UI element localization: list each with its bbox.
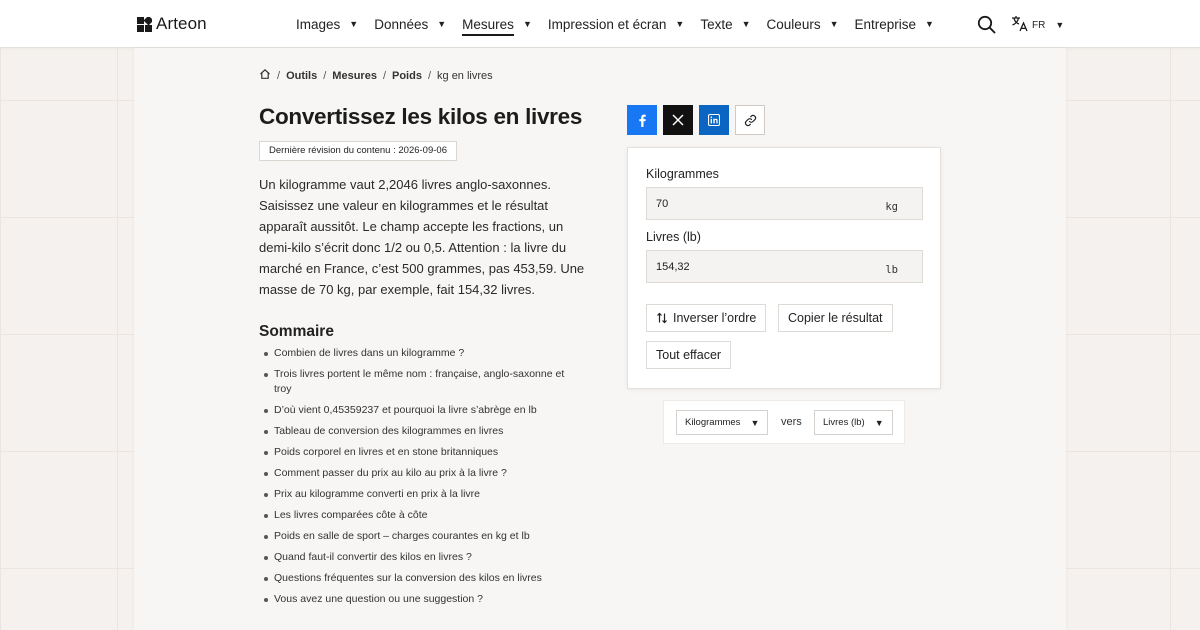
swap-button[interactable]: Inverser l’ordre (646, 304, 767, 332)
breadcrumb-separator: / (382, 69, 386, 82)
nav-item-texte[interactable]: Texte ▼ (700, 0, 750, 48)
pounds-input[interactable]: 154,32 lb (646, 250, 923, 283)
toc-item[interactable]: D’où vient 0,45359237 et pourquoi la liv… (262, 403, 582, 418)
nav-label: Mesures (462, 17, 514, 36)
logo-icon (137, 15, 154, 32)
kilograms-input[interactable]: 70 kg (646, 187, 923, 220)
linkedin-icon (708, 114, 720, 126)
site-header: Arteon Images ▼ Données ▼ Mesures ▼ Impress… (0, 0, 1200, 48)
swap-icon (657, 312, 667, 324)
toc-item[interactable]: Questions fréquentes sur la conversion d… (262, 571, 582, 586)
caret-down-icon: ▼ (349, 19, 359, 29)
kilograms-value: 70 (656, 198, 669, 210)
table-of-contents: Combien de livres dans un kilogramme ? T… (262, 346, 582, 613)
language-code: FR (1032, 19, 1046, 31)
nav-item-donnees[interactable]: Données ▼ (374, 0, 446, 48)
x-icon (672, 114, 684, 126)
nav-label: Impression et écran (547, 16, 667, 32)
home-icon[interactable] (259, 68, 271, 83)
to-field-label: Livres (lb) (646, 230, 701, 244)
breadcrumb-outils[interactable]: Outils (286, 70, 317, 82)
breadcrumb-separator: / (323, 69, 327, 82)
caret-down-icon: ▼ (829, 19, 839, 29)
nav-item-entreprise[interactable]: Entreprise ▼ (855, 0, 934, 48)
nav-label: Données (374, 16, 429, 32)
breadcrumb-separator: / (427, 69, 432, 82)
nav-item-couleurs[interactable]: Couleurs ▼ (767, 0, 839, 48)
swap-label: Inverser l’ordre (673, 311, 757, 325)
to-unit-select[interactable]: Livres (lb) ▼ (814, 410, 893, 435)
nav-label: Couleurs (766, 16, 821, 32)
from-unit-value: Kilogrammes (685, 417, 741, 428)
language-selector[interactable]: FR ▼ (1011, 15, 1064, 35)
nav-label: Images (296, 16, 341, 32)
x-share-button[interactable] (663, 105, 693, 135)
toc-item[interactable]: Prix au kilogramme converti en prix à la… (262, 487, 582, 502)
breadcrumb-current: kg en livres (437, 69, 493, 82)
unit-connector: vers (781, 416, 802, 428)
main-nav: Images ▼ Données ▼ Mesures ▼ Impression et … (296, 0, 950, 48)
caret-down-icon: ▼ (925, 19, 934, 29)
caret-down-icon: ▼ (741, 19, 751, 29)
toc-item[interactable]: Poids en salle de sport – charges couran… (262, 529, 582, 544)
from-unit-select[interactable]: Kilogrammes ▼ (676, 410, 769, 435)
clear-all-label: Tout effacer (656, 348, 722, 362)
toc-item[interactable]: Poids corporel en livres et en stone bri… (262, 445, 582, 460)
caret-down-icon: ▼ (522, 19, 532, 29)
toc-item[interactable]: Quand faut-il convertir des kilos en liv… (262, 550, 582, 565)
toc-title: Sommaire (259, 323, 334, 340)
toc-item[interactable]: Vous avez une question ou une suggestion… (262, 592, 582, 607)
to-unit-value: Livres (lb) (823, 417, 865, 428)
caret-down-icon: ▼ (1055, 20, 1065, 30)
translate-icon (1011, 15, 1028, 35)
nav-item-images[interactable]: Images ▼ (296, 0, 358, 48)
nav-item-impression[interactable]: Impression et écran ▼ (548, 0, 684, 48)
caret-down-icon: ▼ (675, 19, 685, 29)
pounds-value: 154,32 (656, 261, 690, 273)
breadcrumb: / Outils / Mesures / Poids / kg en livre… (259, 68, 493, 83)
toc-item[interactable]: Trois livres portent le même nom : franç… (262, 367, 582, 397)
clear-all-button[interactable]: Tout effacer (646, 341, 732, 369)
search-icon[interactable] (977, 15, 996, 34)
pounds-unit: lb (885, 264, 898, 276)
page-title: Convertissez les kilos en livres (259, 104, 583, 129)
from-field-label: Kilogrammes (646, 167, 719, 181)
brand-name: Arteon (156, 14, 207, 33)
intro-paragraph: Un kilogramme vaut 2,2046 livres anglo-s… (259, 177, 585, 297)
share-buttons (627, 105, 765, 135)
toc-item[interactable]: Les livres comparées côte à côte (262, 508, 582, 523)
toc-item[interactable]: Tableau de conversion des kilogrammes en… (262, 424, 582, 439)
caret-down-icon: ▼ (437, 19, 447, 29)
nav-label: Texte (700, 16, 733, 32)
logo[interactable]: Arteon (137, 14, 207, 34)
revision-badge: Dernière révision du contenu : 2026-09-0… (259, 141, 457, 161)
nav-item-mesures[interactable]: Mesures ▼ (462, 0, 532, 48)
caret-down-icon: ▼ (874, 417, 884, 428)
breadcrumb-poids[interactable]: Poids (392, 70, 422, 82)
copy-result-button[interactable]: Copier le résultat (778, 304, 893, 332)
breadcrumb-separator: / (277, 69, 281, 82)
main-content: / Outils / Mesures / Poids / kg en livre… (134, 48, 1066, 630)
converter-panel: Kilogrammes 70 kg Livres (lb) 154,32 lb … (627, 147, 941, 389)
toc-item[interactable]: Combien de livres dans un kilogramme ? (262, 346, 582, 361)
linkedin-share-button[interactable] (699, 105, 729, 135)
copy-link-button[interactable] (735, 105, 765, 135)
kilograms-unit: kg (885, 201, 898, 213)
facebook-share-button[interactable] (627, 105, 657, 135)
caret-down-icon: ▼ (750, 417, 760, 428)
nav-label: Entreprise (854, 16, 917, 32)
link-icon (744, 114, 756, 126)
facebook-icon (639, 114, 646, 127)
toc-item[interactable]: Comment passer du prix au kilo au prix à… (262, 466, 582, 481)
unit-selector-bar: Kilogrammes ▼ vers Livres (lb) ▼ (663, 400, 905, 444)
copy-result-label: Copier le résultat (788, 311, 883, 325)
breadcrumb-mesures[interactable]: Mesures (332, 70, 377, 82)
